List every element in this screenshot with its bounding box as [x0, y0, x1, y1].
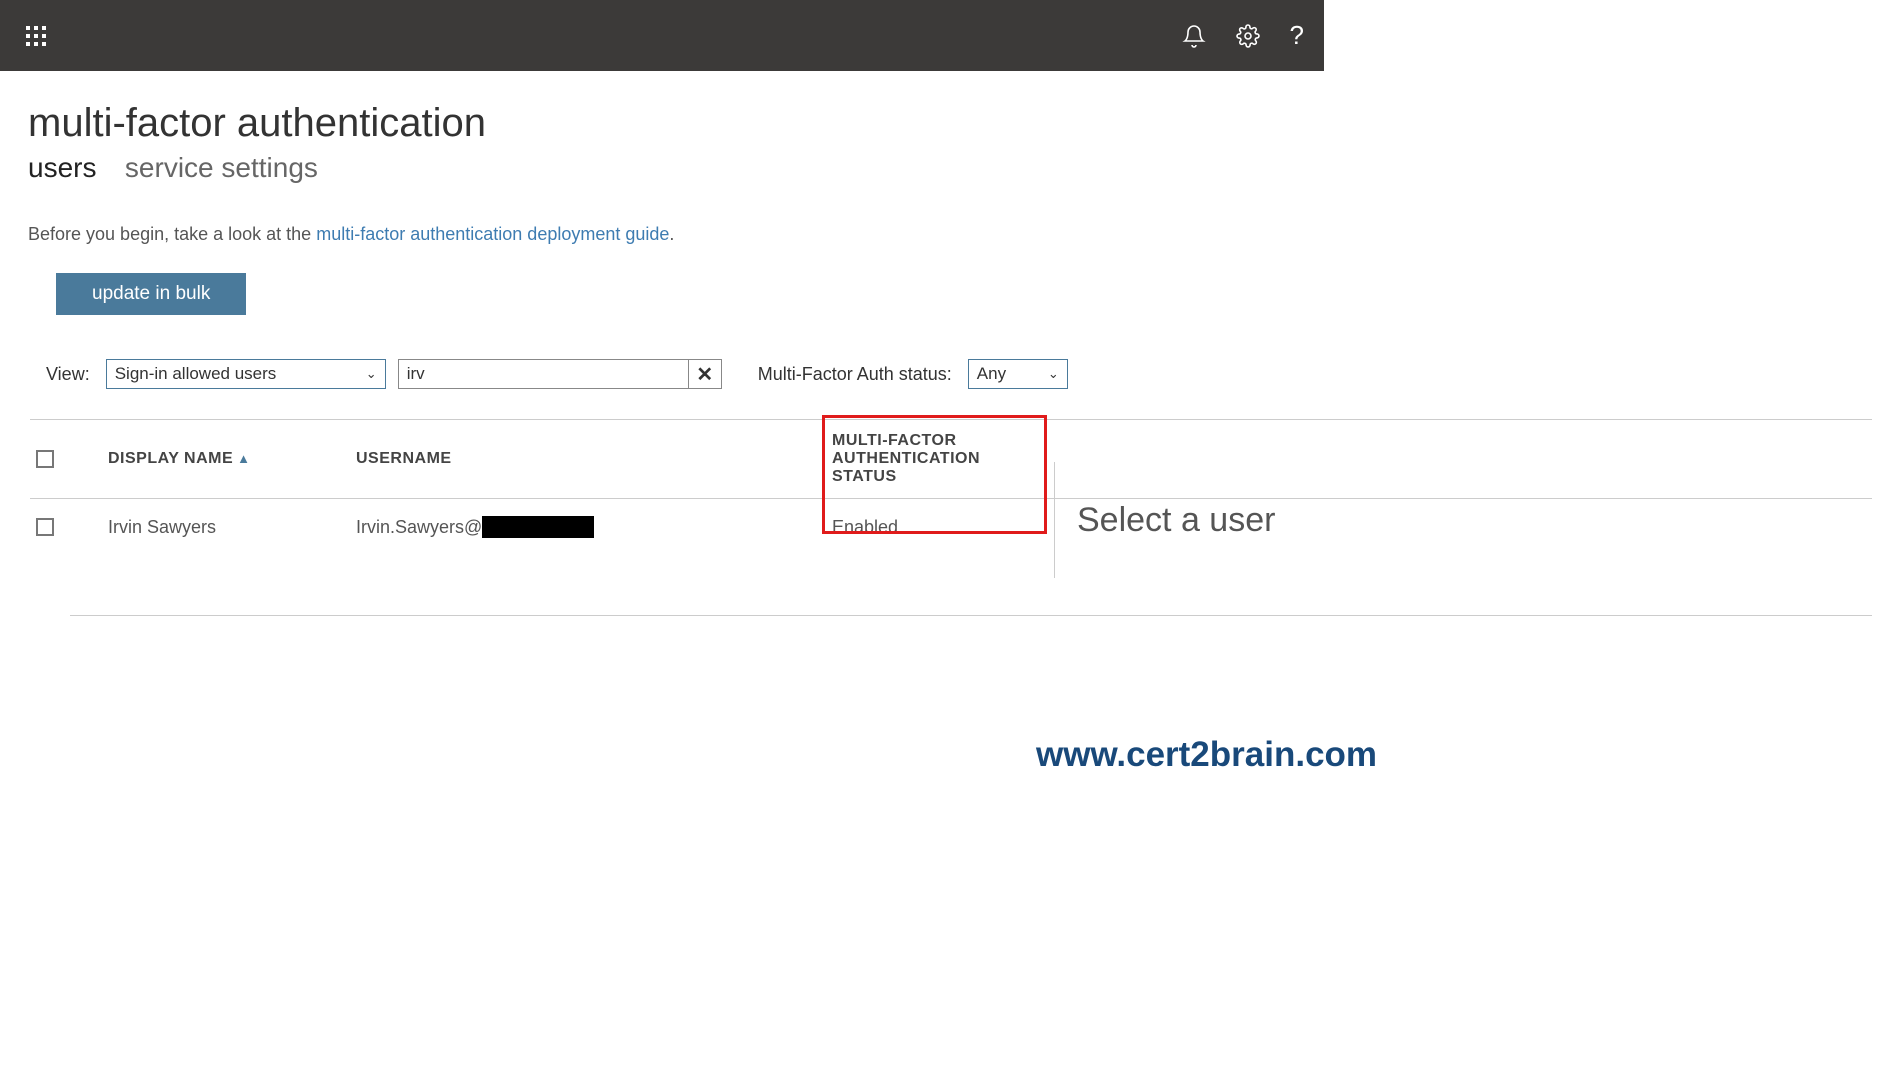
- search-input[interactable]: [398, 359, 688, 389]
- users-table: DISPLAY NAME ▲ USERNAME MULTI-FACTOR AUTH…: [30, 419, 1872, 616]
- column-display-name[interactable]: DISPLAY NAME ▲: [108, 450, 356, 468]
- table-header-row: DISPLAY NAME ▲ USERNAME MULTI-FACTOR AUTH…: [30, 419, 1872, 499]
- mfa-status-value: Any: [977, 364, 1006, 384]
- mfa-status-select[interactable]: Any ⌄: [968, 359, 1068, 389]
- bell-icon: [1182, 24, 1206, 48]
- intro-text: Before you begin, take a look at the mul…: [28, 224, 1872, 245]
- cell-username: Irvin.Sawyers@: [356, 516, 832, 538]
- waffle-icon: [26, 26, 46, 46]
- app-launcher-button[interactable]: [18, 18, 54, 54]
- filter-row: View: Sign-in allowed users ⌄ ✕ Multi-Fa…: [46, 359, 1872, 389]
- detail-placeholder: Select a user: [1077, 501, 1275, 540]
- settings-button[interactable]: [1236, 24, 1260, 48]
- tab-service-settings[interactable]: service settings: [125, 152, 318, 183]
- row-checkbox-cell: [30, 518, 108, 536]
- view-label: View:: [46, 364, 90, 385]
- row-checkbox[interactable]: [36, 518, 54, 536]
- gear-icon: [1236, 24, 1260, 48]
- detail-panel: Select a user: [1054, 462, 1275, 578]
- close-icon: ✕: [696, 362, 713, 387]
- topbar-right-group: ?: [1182, 20, 1304, 51]
- table-row[interactable]: Irvin Sawyers Irvin.Sawyers@ Enabled: [30, 499, 1872, 555]
- username-prefix: Irvin.Sawyers@: [356, 517, 482, 538]
- column-mfa-status[interactable]: MULTI-FACTOR AUTHENTICATION STATUS: [832, 432, 1042, 486]
- view-select-value: Sign-in allowed users: [115, 364, 277, 384]
- column-display-name-label: DISPLAY NAME: [108, 450, 233, 467]
- tab-users[interactable]: users: [28, 152, 96, 183]
- search-wrapper: ✕: [398, 359, 722, 389]
- intro-suffix: .: [669, 224, 674, 244]
- deployment-guide-link[interactable]: multi-factor authentication deployment g…: [316, 224, 669, 244]
- chevron-down-icon: ⌄: [366, 366, 377, 382]
- view-select[interactable]: Sign-in allowed users ⌄: [106, 359, 386, 389]
- clear-search-button[interactable]: ✕: [688, 359, 722, 389]
- page-content: multi-factor authentication users servic…: [0, 71, 1900, 646]
- help-button[interactable]: ?: [1290, 20, 1304, 51]
- select-all-checkbox[interactable]: [36, 450, 54, 468]
- cell-mfa-status: Enabled: [832, 517, 898, 538]
- sort-ascending-icon: ▲: [237, 451, 250, 466]
- cell-display-name: Irvin Sawyers: [108, 517, 356, 538]
- column-username[interactable]: USERNAME: [356, 450, 832, 468]
- page-title: multi-factor authentication: [28, 101, 1872, 146]
- mfa-status-label: Multi-Factor Auth status:: [758, 364, 952, 385]
- column-mfa-status-wrap: MULTI-FACTOR AUTHENTICATION STATUS: [832, 432, 1042, 486]
- top-nav-bar: ?: [0, 0, 1324, 71]
- watermark: www.cert2brain.com: [1036, 735, 1377, 775]
- redacted-domain: [482, 516, 594, 538]
- intro-prefix: Before you begin, take a look at the: [28, 224, 316, 244]
- table-bottom-divider: [70, 615, 1872, 616]
- tab-strip: users service settings: [28, 152, 1872, 184]
- chevron-down-icon: ⌄: [1048, 366, 1059, 382]
- select-all-cell: [30, 450, 108, 468]
- notifications-button[interactable]: [1182, 24, 1206, 48]
- update-in-bulk-button[interactable]: update in bulk: [56, 273, 246, 315]
